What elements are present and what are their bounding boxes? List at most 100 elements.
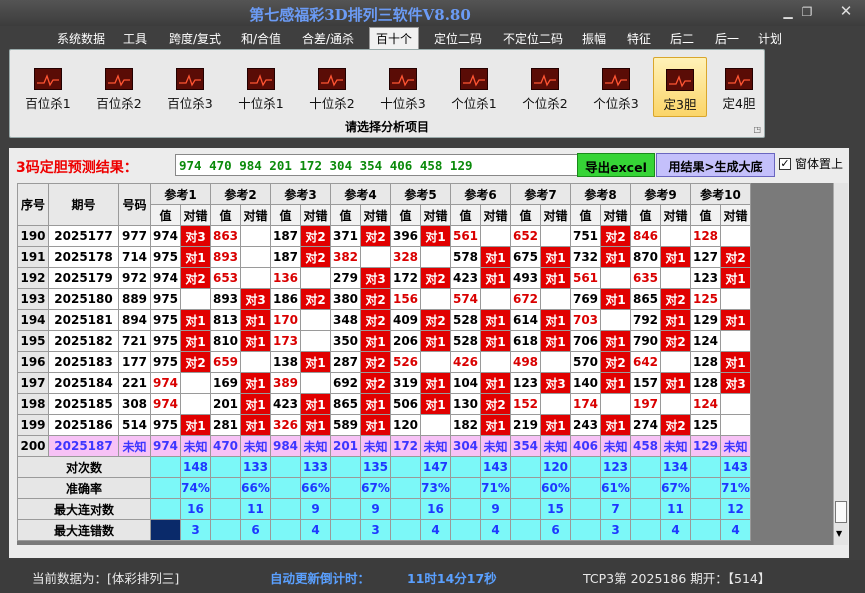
ribbon-button-9[interactable]: 定3胆	[653, 57, 707, 117]
stat-spacer	[510, 519, 541, 541]
menu-item-11[interactable]: 后一	[715, 30, 739, 47]
ribbon-button-1[interactable]: 百位杀2	[85, 57, 153, 117]
ribbon-button-10[interactable]: 定4胆	[713, 57, 765, 117]
stat-value: 3	[600, 519, 631, 541]
ref-result	[420, 351, 451, 373]
row-seq: 193	[17, 288, 49, 310]
stat-spacer	[150, 498, 181, 520]
export-excel-button[interactable]: 导出excel	[577, 153, 655, 177]
menu-item-3[interactable]: 和/合值	[241, 30, 281, 47]
stat-value: 71%	[720, 477, 751, 499]
ref-value: 279	[330, 267, 361, 289]
menu-item-8[interactable]: 振幅	[582, 30, 606, 47]
row-number: 714	[118, 246, 151, 268]
ribbon-button-0[interactable]: 百位杀1	[14, 57, 82, 117]
ref-value: 201	[210, 393, 241, 415]
ribbon-button-8[interactable]: 个位杀3	[582, 57, 650, 117]
stat-spacer	[330, 498, 361, 520]
ref-value: 409	[390, 309, 421, 331]
ref-value: 423	[270, 393, 301, 415]
ref-result: 对1	[240, 393, 271, 415]
vertical-scrollbar[interactable]: ▼	[833, 183, 848, 545]
ribbon-button-label: 百位杀2	[96, 96, 142, 111]
row-period: 2025181	[48, 309, 119, 331]
chart-pulse-icon	[460, 68, 488, 90]
ref-result: 对1	[600, 330, 631, 352]
ref-value: 865	[630, 288, 661, 310]
stat-value: 3	[180, 519, 211, 541]
menu-item-7[interactable]: 不定位二码	[503, 30, 563, 47]
ref-result	[420, 288, 451, 310]
stat-value: 67%	[360, 477, 391, 499]
ref-value: 123	[690, 267, 721, 289]
row-number: 721	[118, 330, 151, 352]
stat-spacer	[150, 456, 181, 478]
prediction-result-field[interactable]: 974 470 984 201 172 304 354 406 458 129	[175, 154, 585, 176]
stat-value: 3	[360, 519, 391, 541]
menu-item-12[interactable]: 计划	[758, 30, 782, 47]
ref-result: 对2	[180, 267, 211, 289]
stat-spacer	[630, 519, 661, 541]
scroll-down-icon[interactable]: ▼	[836, 529, 842, 538]
pred-value: 406	[570, 435, 601, 457]
menu-item-10[interactable]: 后二	[670, 30, 694, 47]
menu-item-1[interactable]: 工具	[123, 30, 147, 47]
ref-result: 对1	[180, 309, 211, 331]
ref-value: 975	[150, 351, 181, 373]
ref-value: 692	[330, 372, 361, 394]
subheader-value: 值	[510, 204, 541, 226]
ref-result: 对2	[180, 351, 211, 373]
close-icon[interactable]: ✕	[836, 2, 856, 20]
ref-value: 128	[690, 225, 721, 247]
ref-value: 169	[210, 372, 241, 394]
row-seq: 200	[17, 435, 49, 457]
ribbon-button-2[interactable]: 百位杀3	[156, 57, 224, 117]
ref-result: 对2	[300, 225, 331, 247]
ribbon-button-7[interactable]: 个位杀2	[511, 57, 579, 117]
ribbon-button-3[interactable]: 十位杀1	[227, 57, 295, 117]
ref-value: 129	[690, 309, 721, 331]
subheader-result: 对错	[180, 204, 211, 226]
menu-item-6[interactable]: 定位二码	[434, 30, 482, 47]
ref-value: 703	[570, 309, 601, 331]
stat-value: 123	[600, 456, 631, 478]
minimize-icon[interactable]: ▁	[778, 5, 798, 19]
ref-result	[180, 393, 211, 415]
chart-pulse-icon	[602, 68, 630, 90]
dialog-launcher-icon[interactable]: ◳	[753, 125, 761, 134]
row-period: 2025178	[48, 246, 119, 268]
topmost-checkbox-label: 窗体置上	[795, 157, 844, 171]
ribbon-button-5[interactable]: 十位杀3	[369, 57, 437, 117]
chart-pulse-icon	[531, 68, 559, 90]
ref-value: 618	[510, 330, 541, 352]
generate-base-button[interactable]: 用结果>生成大底	[656, 153, 775, 177]
restore-icon[interactable]: ❐	[797, 5, 817, 19]
ref-value: 893	[210, 288, 241, 310]
ref-value: 423	[450, 267, 481, 289]
menu-item-2[interactable]: 跨度/复式	[169, 30, 221, 47]
row-seq: 198	[17, 393, 49, 415]
ref-value: 104	[450, 372, 481, 394]
ribbon-panel: 请选择分析项目 ◳ 百位杀1 百位杀2 百位杀3 十位杀1 十位杀2 十位杀3 个位杀1 个位…	[9, 49, 765, 138]
subheader-result: 对错	[300, 204, 331, 226]
ref-result: 对2	[300, 288, 331, 310]
ref-result: 对2	[600, 225, 631, 247]
ribbon-button-4[interactable]: 十位杀2	[298, 57, 366, 117]
pred-value: 172	[390, 435, 421, 457]
ref-result: 对1	[660, 246, 691, 268]
ref-value: 578	[450, 246, 481, 268]
ref-result: 对3	[360, 267, 391, 289]
ref-result: 对1	[480, 414, 511, 436]
current-data-text: 当前数据为：[体彩排列三]	[32, 571, 180, 586]
table-row: 193 2025180 889 975 893 对3 186 对2 380 对2 156 574 672…	[17, 288, 751, 310]
menu-item-5[interactable]: 百十个	[369, 27, 420, 49]
menu-item-0[interactable]: 系统数据	[57, 30, 105, 47]
ref-value: 182	[450, 414, 481, 436]
menu-item-9[interactable]: 特征	[627, 30, 651, 47]
ribbon-button-6[interactable]: 个位杀1	[440, 57, 508, 117]
topmost-checkbox[interactable]: ✓	[779, 158, 791, 170]
stat-row: 对次数 148 133 133 135 147 143 120 123 134 143	[17, 456, 751, 478]
scrollbar-thumb[interactable]	[835, 501, 847, 523]
menu-item-4[interactable]: 合差/通杀	[302, 30, 354, 47]
row-number: 308	[118, 393, 151, 415]
